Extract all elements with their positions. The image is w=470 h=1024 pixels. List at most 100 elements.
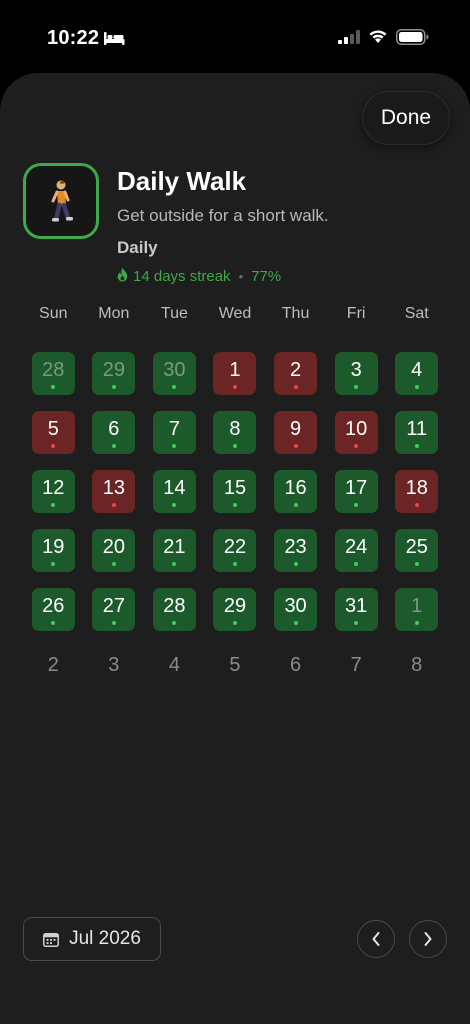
calendar-day[interactable]: 10 — [334, 411, 378, 454]
next-month-button[interactable] — [409, 920, 447, 958]
calendar-day-cell: 2 — [23, 647, 84, 706]
calendar-day-cell: 13 — [84, 470, 145, 529]
calendar-day[interactable]: 27 — [92, 588, 136, 631]
calendar-day-number: 9 — [290, 418, 302, 440]
calendar-day[interactable]: 8 — [213, 411, 257, 454]
calendar-day[interactable]: 19 — [31, 529, 75, 572]
calendar-day-cell: 20 — [84, 529, 145, 588]
calendar-day-number: 12 — [42, 477, 65, 499]
habit-frequency: Daily — [117, 238, 158, 257]
calendar-day-cell: 1 — [205, 352, 266, 411]
calendar-day[interactable]: 20 — [92, 529, 136, 572]
month-label: Jul 2026 — [69, 928, 141, 949]
calendar-day-number: 1 — [229, 359, 241, 381]
missed-dot-icon — [293, 444, 298, 448]
calendar-day-cell: 9 — [265, 411, 326, 470]
calendar-day-number: 5 — [229, 654, 241, 676]
flame-icon — [117, 267, 128, 286]
done-button[interactable]: Done — [362, 91, 450, 145]
calendar-grid: 28 29 30 1 2 3 4 5 6 7 8 9 10 11 12 13 14 15 16 17 18 19 20 21 2… — [23, 352, 447, 706]
completed-dot-icon — [232, 621, 237, 625]
calendar-day-number: 30 — [284, 595, 307, 617]
calendar-day-cell: 5 — [205, 647, 266, 706]
calendar-day-cell: 8 — [205, 411, 266, 470]
completed-dot-icon — [293, 503, 298, 507]
calendar-day-number: 14 — [163, 477, 186, 499]
calendar-day[interactable]: 7 — [152, 411, 196, 454]
habit-title: Daily Walk — [117, 166, 247, 196]
completed-dot-icon — [414, 562, 419, 566]
calendar-day[interactable]: 28 — [152, 588, 196, 631]
calendar-day[interactable]: 1 — [395, 588, 439, 631]
previous-month-button[interactable] — [357, 920, 395, 958]
calendar-day[interactable]: 28 — [31, 352, 75, 395]
calendar-day-number: 3 — [350, 359, 362, 381]
calendar-day[interactable]: 24 — [334, 529, 378, 572]
completed-dot-icon — [354, 562, 359, 566]
calendar-day[interactable]: 31 — [334, 588, 378, 631]
calendar-day[interactable]: 17 — [334, 470, 378, 513]
calendar-day[interactable]: 22 — [213, 529, 257, 572]
calendar-day-cell: 30 — [265, 588, 326, 647]
calendar-day-number: 31 — [345, 595, 368, 617]
calendar-day: 8 — [395, 647, 438, 690]
calendar-day[interactable]: 5 — [31, 411, 75, 454]
calendar-day[interactable]: 30 — [274, 588, 318, 631]
calendar-day-number: 28 — [42, 359, 65, 381]
calendar-day-number: 7 — [350, 654, 362, 676]
weekday-label: Mon — [98, 305, 130, 322]
status-time: 10:22 — [47, 27, 100, 49]
calendar-day[interactable]: 23 — [274, 529, 318, 572]
calendar-day-cell: 29 — [84, 352, 145, 411]
calendar-day-number: 11 — [406, 418, 428, 440]
calendar-day-cell: 11 — [386, 411, 447, 470]
calendar-day[interactable]: 3 — [334, 352, 378, 395]
streak-text: 14 days streak — [133, 268, 231, 285]
calendar-day[interactable]: 1 — [213, 352, 257, 395]
calendar-day[interactable]: 13 — [92, 470, 136, 513]
calendar-day-cell: 23 — [265, 529, 326, 588]
calendar-day: 7 — [335, 647, 378, 690]
calendar-day[interactable]: 14 — [152, 470, 196, 513]
calendar-day[interactable]: 18 — [395, 470, 439, 513]
calendar-day[interactable]: 30 — [152, 352, 196, 395]
chevron-left-icon — [372, 932, 380, 946]
completed-dot-icon — [51, 621, 56, 625]
stat-separator: • — [238, 269, 244, 284]
calendar-day-number: 5 — [47, 418, 59, 440]
calendar-day-cell: 12 — [23, 470, 84, 529]
calendar-day-number: 29 — [102, 359, 125, 381]
calendar-day-number: 27 — [102, 595, 125, 617]
completed-dot-icon — [172, 503, 177, 507]
calendar-day[interactable]: 4 — [395, 352, 439, 395]
calendar-day-cell: 4 — [386, 352, 447, 411]
calendar-day[interactable]: 2 — [274, 352, 318, 395]
calendar-day[interactable]: 15 — [213, 470, 257, 513]
missed-dot-icon — [232, 385, 237, 389]
calendar-day-number: 23 — [284, 536, 307, 558]
battery-icon — [396, 29, 429, 50]
calendar-day-cell: 22 — [205, 529, 266, 588]
calendar-day[interactable]: 16 — [274, 470, 318, 513]
calendar-day[interactable]: 25 — [395, 529, 439, 572]
calendar-day: 6 — [274, 647, 317, 690]
calendar-day[interactable]: 26 — [31, 588, 75, 631]
calendar-day[interactable]: 12 — [31, 470, 75, 513]
calendar-day-cell: 19 — [23, 529, 84, 588]
weekday-label: Fri — [346, 305, 366, 322]
calendar-day-cell: 18 — [386, 470, 447, 529]
calendar-day[interactable]: 29 — [92, 352, 136, 395]
month-picker-button[interactable]: Jul 2026 — [23, 917, 161, 961]
weekday-header: Sun Mon Tue Wed Thu Fri Sat — [23, 305, 447, 329]
calendar-day-cell: 4 — [144, 647, 205, 706]
calendar-day[interactable]: 21 — [152, 529, 196, 572]
calendar-day-number: 25 — [405, 536, 428, 558]
habit-stats: 14 days streak • 77% — [117, 267, 281, 286]
calendar-day[interactable]: 29 — [213, 588, 257, 631]
calendar-day[interactable]: 11 — [395, 411, 439, 454]
wifi-icon — [368, 29, 388, 49]
calendar-day[interactable]: 6 — [92, 411, 136, 454]
calendar-day[interactable]: 9 — [274, 411, 318, 454]
calendar-day-number: 13 — [102, 477, 125, 499]
completed-dot-icon — [414, 621, 419, 625]
